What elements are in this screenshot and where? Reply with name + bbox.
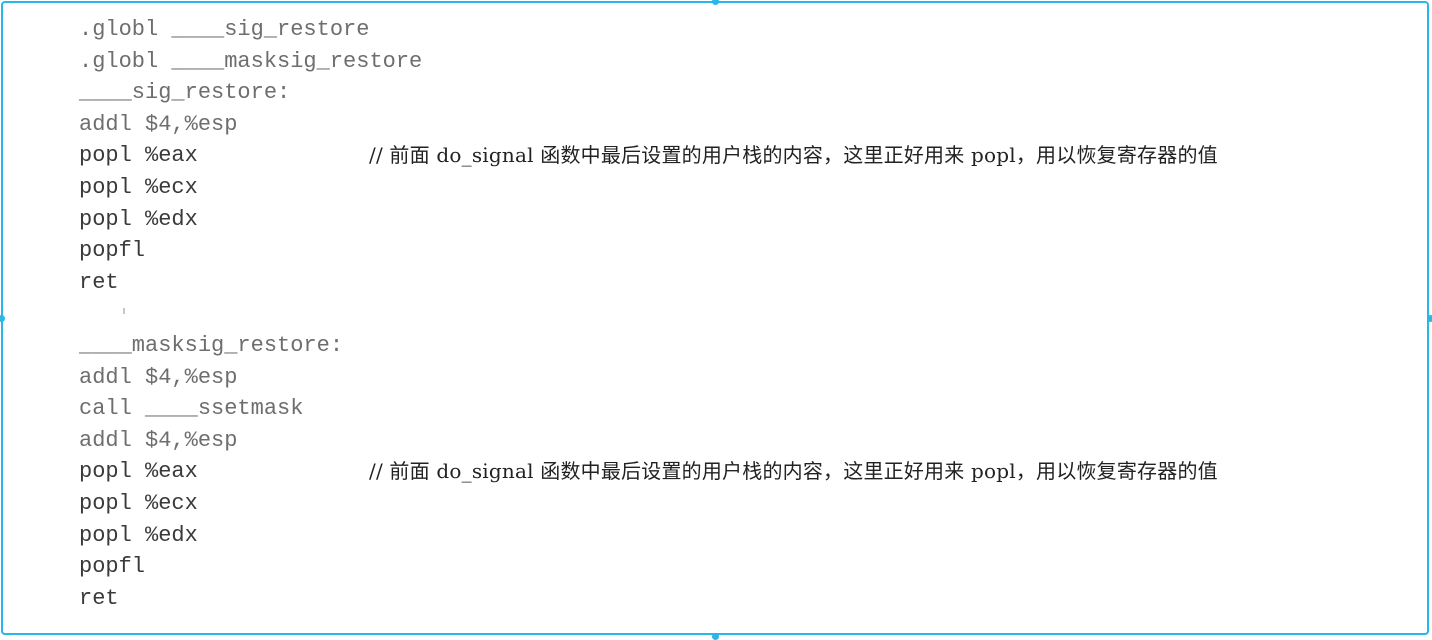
- resize-handle-bottom[interactable]: [712, 633, 719, 640]
- assembly-code-block: .globl ____sig_restore .globl ____masksig…: [79, 14, 1218, 615]
- code-comment: // 前面 do_signal 函数中最后设置的用户栈的内容，这里正好用来 po…: [369, 143, 1218, 168]
- code-line: popl %eax // 前面 do_signal 函数中最后设置的用户栈的内容，…: [79, 140, 1218, 172]
- code-line: call ____ssetmask: [79, 393, 422, 425]
- code-line: .globl ____sig_restore: [79, 14, 422, 46]
- code-line: popl %ecx: [79, 172, 422, 204]
- code-text: popl %ecx: [79, 174, 198, 200]
- code-text: popl %edx: [79, 522, 198, 548]
- code-text: popl %ecx: [79, 490, 198, 516]
- code-text: ____sig_restore:: [79, 80, 291, 106]
- code-text: .globl ____masksig_restore: [79, 48, 423, 74]
- resize-handle-right[interactable]: [1427, 315, 1432, 322]
- code-text: popfl: [79, 238, 146, 264]
- code-text: popfl: [79, 554, 146, 580]
- code-text: addl $4,%esp: [79, 111, 238, 137]
- code-text: popl %eax: [79, 459, 198, 485]
- code-text: call ____ssetmask: [79, 396, 304, 422]
- code-line: ____sig_restore:: [79, 77, 422, 109]
- code-line: ____masksig_restore:: [79, 330, 422, 362]
- code-text: popl %edx: [79, 206, 198, 232]
- code-comment: // 前面 do_signal 函数中最后设置的用户栈的内容，这里正好用来 po…: [369, 459, 1218, 484]
- code-line: popfl: [79, 235, 422, 267]
- code-line: addl $4,%esp: [79, 425, 422, 457]
- code-line: .globl ____masksig_restore: [79, 46, 422, 78]
- code-line: popl %eax // 前面 do_signal 函数中最后设置的用户栈的内容，…: [79, 456, 1218, 488]
- code-line: addl $4,%esp: [79, 109, 422, 141]
- code-line: ret: [79, 583, 422, 615]
- code-line: addl $4,%esp: [79, 362, 422, 394]
- code-line: ret: [79, 267, 422, 299]
- code-text: ret: [79, 585, 119, 611]
- code-text: .globl ____sig_restore: [79, 17, 370, 42]
- code-text: ____masksig_restore:: [79, 332, 344, 358]
- code-text: addl $4,%esp: [79, 427, 238, 453]
- code-text: popl %eax: [79, 143, 198, 169]
- code-line: popfl: [79, 551, 422, 583]
- code-line: popl %edx: [79, 204, 422, 236]
- code-text: ret: [79, 269, 119, 295]
- code-line: popl %ecx: [79, 488, 422, 520]
- code-line: popl %edx: [79, 520, 422, 552]
- code-text: addl $4,%esp: [79, 364, 238, 390]
